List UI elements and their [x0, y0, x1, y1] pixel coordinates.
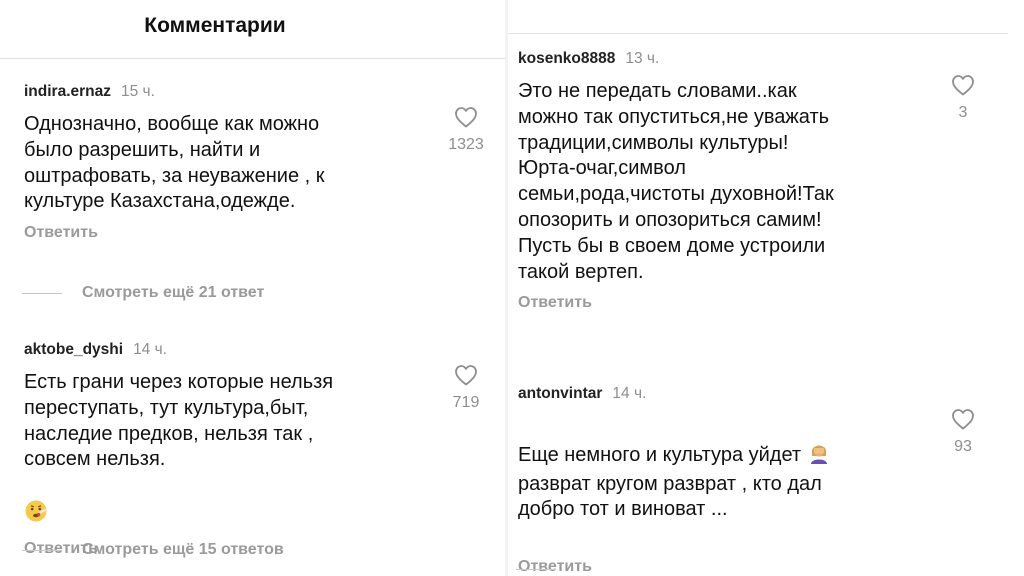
comment-item: antonvintar 14 ч. Еще немного и культура…: [518, 385, 938, 576]
like-control: 93: [933, 408, 993, 456]
comment-username[interactable]: kosenko8888: [518, 50, 615, 68]
reply-button[interactable]: Ответить: [24, 224, 434, 242]
view-replies-label: Смотреть ещё 21 ответ: [82, 284, 265, 301]
comment-text-rest: разврат кругом разврат , кто дал добро т…: [518, 472, 822, 521]
heart-outline-icon[interactable]: [454, 106, 478, 128]
like-control: 3: [933, 74, 993, 122]
comment-meta: kosenko8888 13 ч.: [518, 50, 938, 68]
comment-username[interactable]: indira.ernaz: [24, 83, 111, 101]
woman-facepalming-emoji: [807, 414, 831, 472]
right-comments-panel: kosenko8888 13 ч. Это не передать словам…: [508, 0, 1024, 576]
like-count: 719: [452, 394, 480, 411]
comment-item: indira.ernaz 15 ч. Однозначно, вообще ка…: [24, 83, 434, 242]
view-replies-dash: [22, 549, 62, 551]
heart-outline-icon[interactable]: [951, 74, 975, 96]
like-count: 3: [958, 104, 968, 121]
face-with-thermometer-emoji: [24, 473, 48, 531]
comment-timestamp: 13 ч.: [625, 50, 660, 67]
like-control: 1323: [436, 106, 496, 154]
comment-item: kosenko8888 13 ч. Это не передать словам…: [518, 50, 938, 312]
view-replies-button[interactable]: Смотреть ещё 21 ответ: [22, 284, 264, 302]
view-replies-button[interactable]: Смотреть ещё 15 ответов: [22, 541, 284, 559]
view-replies-label: Смотреть ещё 15 ответов: [82, 541, 284, 558]
reply-button[interactable]: Ответить: [518, 558, 938, 576]
comment-timestamp: 15 ч.: [121, 83, 155, 100]
view-replies-dash: [22, 292, 62, 294]
view-replies-dash: [516, 569, 556, 570]
comments-header-title: Комментарии: [144, 14, 286, 37]
reply-button[interactable]: Ответить: [518, 294, 938, 312]
comment-timestamp: 14 ч.: [133, 341, 167, 358]
comment-text: Однозначно, вообще как можно было разреш…: [24, 113, 325, 213]
comment-meta: indira.ernaz 15 ч.: [24, 83, 434, 101]
comment-username[interactable]: antonvintar: [518, 385, 602, 403]
like-count: 93: [954, 438, 972, 455]
top-divider: [508, 33, 1008, 34]
heart-outline-icon[interactable]: [454, 364, 478, 386]
comment-text-line: Еще немного и культура уйдет: [518, 443, 802, 466]
comment-text: Есть грани через которые нельзя переступ…: [24, 370, 434, 531]
like-control: 719: [436, 364, 496, 412]
heart-outline-icon[interactable]: [951, 408, 975, 430]
comment-timestamp: 14 ч.: [612, 385, 647, 402]
view-replies-cut-off: [516, 569, 556, 570]
comment-username[interactable]: aktobe_dyshi: [24, 341, 123, 359]
comment-meta: antonvintar 14 ч.: [518, 385, 938, 403]
comment-text-body: Есть грани через которые нельзя переступ…: [24, 371, 334, 471]
comment-meta: aktobe_dyshi 14 ч.: [24, 341, 434, 359]
like-count: 1323: [448, 136, 484, 153]
comment-text: Это не передать словами..как можно так о…: [518, 80, 834, 283]
header-divider: [0, 58, 505, 59]
left-comments-panel: Комментарии indira.ernaz 15 ч. Однозначн…: [0, 0, 505, 576]
comment-text: Еще немного и культура уйдет разврат кру…: [518, 414, 938, 549]
comment-item: aktobe_dyshi 14 ч. Есть грани через кото…: [24, 341, 434, 558]
